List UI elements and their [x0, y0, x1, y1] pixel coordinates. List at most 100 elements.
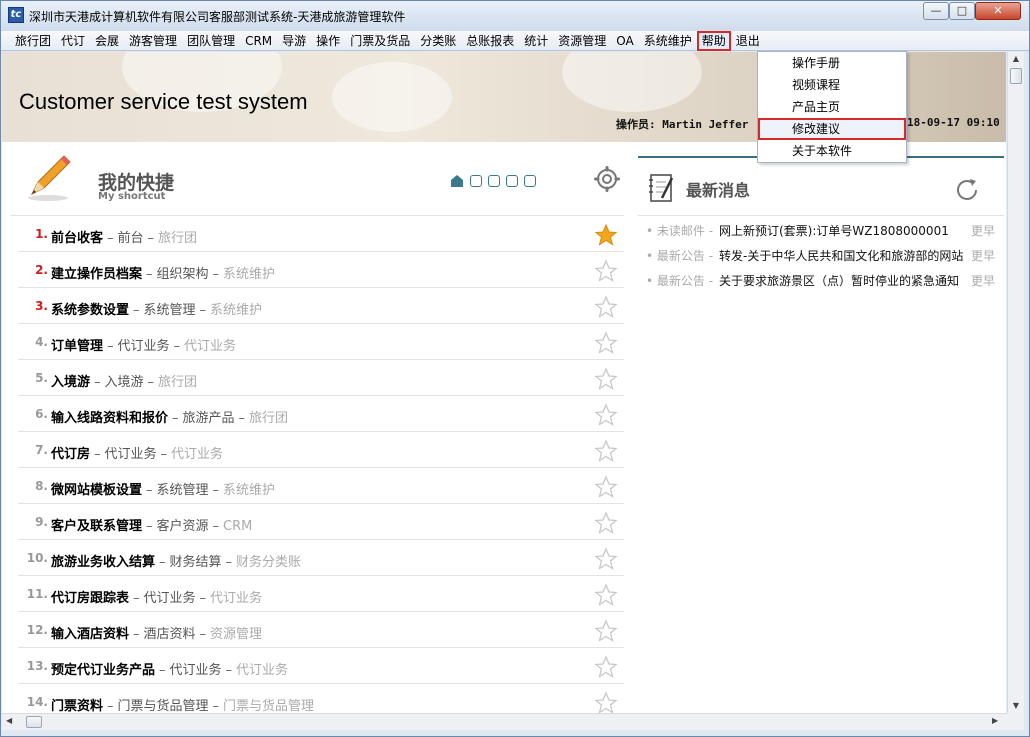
news-more-link[interactable]: 更早: [971, 247, 995, 264]
shortcut-row[interactable]: 3. 系统参数设置 – 系统管理 – 系统维护: [18, 288, 624, 324]
help-item-product-home[interactable]: 产品主页: [758, 96, 906, 118]
menu-operation[interactable]: 操作: [311, 31, 345, 51]
shortcut-name[interactable]: 输入酒店资料: [51, 627, 129, 642]
menu-exhibition[interactable]: 会展: [90, 31, 124, 51]
help-item-video-course[interactable]: 视频课程: [758, 74, 906, 96]
news-text[interactable]: 关于要求旅游景区（点）暂时停业的紧急通知: [719, 272, 967, 289]
help-item-suggestion[interactable]: 修改建议: [758, 118, 906, 140]
star-outline-icon[interactable]: [594, 367, 618, 391]
shortcut-name[interactable]: 代订房: [51, 447, 90, 462]
shortcut-parent: 财务分类账: [236, 555, 302, 570]
news-item[interactable]: • 未读邮件 - 网上新预订(套票):订单号WZ1808000001 更早: [646, 222, 996, 242]
row-text: 旅游业务收入结算 – 财务结算 – 财务分类账: [51, 555, 302, 570]
page-dot-5[interactable]: [524, 175, 536, 187]
star-outline-icon[interactable]: [594, 331, 618, 355]
news-item[interactable]: • 最新公告 - 转发-关于中华人民共和国文化和旅游部的网站 更早: [646, 247, 996, 267]
star-outline-icon[interactable]: [594, 259, 618, 283]
shortcut-row[interactable]: 5. 入境游 – 入境游 – 旅行团: [18, 360, 624, 396]
shortcut-row[interactable]: 8. 微网站模板设置 – 系统管理 – 系统维护: [18, 468, 624, 504]
shortcut-row[interactable]: 4. 订单管理 – 代订业务 – 代订业务: [18, 324, 624, 360]
main-content: 我的快捷 My shortcut 1. 前台收客 – 前台 – 旅行团 2. 建…: [2, 142, 1006, 720]
shortcut-row[interactable]: 7. 代订房 – 代订业务 – 代订业务: [18, 432, 624, 468]
shortcut-row[interactable]: 1. 前台收客 – 前台 – 旅行团: [18, 216, 624, 252]
menu-exit[interactable]: 退出: [731, 31, 765, 51]
menu-team-mgmt[interactable]: 团队管理: [182, 31, 240, 51]
shortcut-pager: [450, 174, 536, 188]
shortcut-name[interactable]: 预定代订业务产品: [51, 663, 155, 678]
shortcut-row[interactable]: 12. 输入酒店资料 – 酒店资料 – 资源管理: [18, 612, 624, 648]
scrollbar-corner: [1007, 713, 1024, 730]
star-outline-icon[interactable]: [594, 511, 618, 535]
star-outline-icon[interactable]: [594, 619, 618, 643]
star-filled-icon[interactable]: [594, 223, 618, 247]
star-outline-icon[interactable]: [594, 655, 618, 679]
shortcut-name[interactable]: 订单管理: [51, 339, 103, 354]
scroll-down-arrow[interactable]: ▼: [1008, 699, 1024, 713]
shortcut-subtitle: My shortcut: [98, 191, 166, 202]
news-text[interactable]: 网上新预订(套票):订单号WZ1808000001: [719, 222, 967, 239]
menu-ledger[interactable]: 分类账: [415, 31, 461, 51]
title-bar[interactable]: tc 深圳市天港成计算机软件有限公司客服部测试系统-天港成旅游管理软件 — □ …: [1, 1, 1029, 31]
shortcut-name[interactable]: 门票资料: [51, 699, 103, 714]
menu-system-maint[interactable]: 系统维护: [639, 31, 697, 51]
notebook-pen-icon: [649, 174, 674, 202]
shortcut-name[interactable]: 客户及联系管理: [51, 519, 142, 534]
help-item-about[interactable]: 关于本软件: [758, 140, 906, 162]
menu-help[interactable]: 帮助: [696, 30, 731, 51]
menu-statistics[interactable]: 统计: [519, 31, 553, 51]
news-item[interactable]: • 最新公告 - 关于要求旅游景区（点）暂时停业的紧急通知 更早: [646, 272, 996, 292]
shortcut-row[interactable]: 11. 代订房跟踪表 – 代订业务 – 代订业务: [18, 576, 624, 612]
page-dot-2[interactable]: [470, 175, 482, 187]
minimize-button[interactable]: —: [923, 2, 949, 20]
shortcut-row[interactable]: 6. 输入线路资料和报价 – 旅游产品 – 旅行团: [18, 396, 624, 432]
star-outline-icon[interactable]: [594, 691, 618, 715]
shortcut-name[interactable]: 系统参数设置: [51, 303, 129, 318]
vertical-scrollbar[interactable]: ▲ ▼: [1007, 52, 1024, 713]
help-dropdown-menu: 操作手册 视频课程 产品主页 修改建议 关于本软件: [757, 51, 907, 163]
menu-booking[interactable]: 代订: [56, 31, 90, 51]
row-number: 7.: [35, 443, 48, 457]
menu-tourist-mgmt[interactable]: 游客管理: [124, 31, 182, 51]
shortcut-row[interactable]: 2. 建立操作员档案 – 组织架构 – 系统维护: [18, 252, 624, 288]
shortcut-name[interactable]: 微网站模板设置: [51, 483, 142, 498]
shortcut-name[interactable]: 入境游: [51, 375, 90, 390]
menu-crm[interactable]: CRM: [240, 31, 277, 51]
page-dot-4[interactable]: [506, 175, 518, 187]
star-outline-icon[interactable]: [594, 547, 618, 571]
refresh-icon[interactable]: [952, 175, 982, 205]
shortcut-name[interactable]: 旅游业务收入结算: [51, 555, 155, 570]
shortcut-row[interactable]: 10. 旅游业务收入结算 – 财务结算 – 财务分类账: [18, 540, 624, 576]
menu-guide[interactable]: 导游: [277, 31, 311, 51]
news-more-link[interactable]: 更早: [971, 272, 995, 289]
page-dot-3[interactable]: [488, 175, 500, 187]
horizontal-scrollbar[interactable]: ◀ ▶: [2, 713, 1007, 730]
menu-tickets-goods[interactable]: 门票及货品: [345, 31, 415, 51]
gear-icon[interactable]: [594, 166, 620, 192]
news-text[interactable]: 转发-关于中华人民共和国文化和旅游部的网站: [719, 247, 967, 264]
menu-tour-group[interactable]: 旅行团: [10, 31, 56, 51]
star-outline-icon[interactable]: [594, 403, 618, 427]
maximize-button[interactable]: □: [949, 2, 975, 20]
home-page-icon[interactable]: [450, 174, 464, 188]
shortcut-name[interactable]: 前台收客: [51, 231, 103, 246]
star-outline-icon[interactable]: [594, 475, 618, 499]
shortcut-row[interactable]: 9. 客户及联系管理 – 客户资源 – CRM: [18, 504, 624, 540]
scroll-right-arrow[interactable]: ▶: [992, 716, 998, 725]
help-item-manual[interactable]: 操作手册: [758, 52, 906, 74]
shortcut-name[interactable]: 代订房跟踪表: [51, 591, 129, 606]
scroll-left-arrow[interactable]: ◀: [6, 716, 12, 725]
scroll-thumb[interactable]: [26, 716, 42, 728]
news-more-link[interactable]: 更早: [971, 222, 995, 239]
menu-oa[interactable]: OA: [611, 31, 638, 51]
shortcut-name[interactable]: 建立操作员档案: [51, 267, 142, 282]
menu-resources[interactable]: 资源管理: [553, 31, 611, 51]
star-outline-icon[interactable]: [594, 295, 618, 319]
shortcut-row[interactable]: 13. 预定代订业务产品 – 代订业务 – 代订业务: [18, 648, 624, 684]
star-outline-icon[interactable]: [594, 439, 618, 463]
shortcut-name[interactable]: 输入线路资料和报价: [51, 411, 168, 426]
close-button[interactable]: ✕: [975, 2, 1021, 20]
scroll-thumb[interactable]: [1010, 68, 1022, 84]
menu-gl-reports[interactable]: 总账报表: [461, 31, 519, 51]
star-outline-icon[interactable]: [594, 583, 618, 607]
scroll-up-arrow[interactable]: ▲: [1008, 52, 1024, 66]
